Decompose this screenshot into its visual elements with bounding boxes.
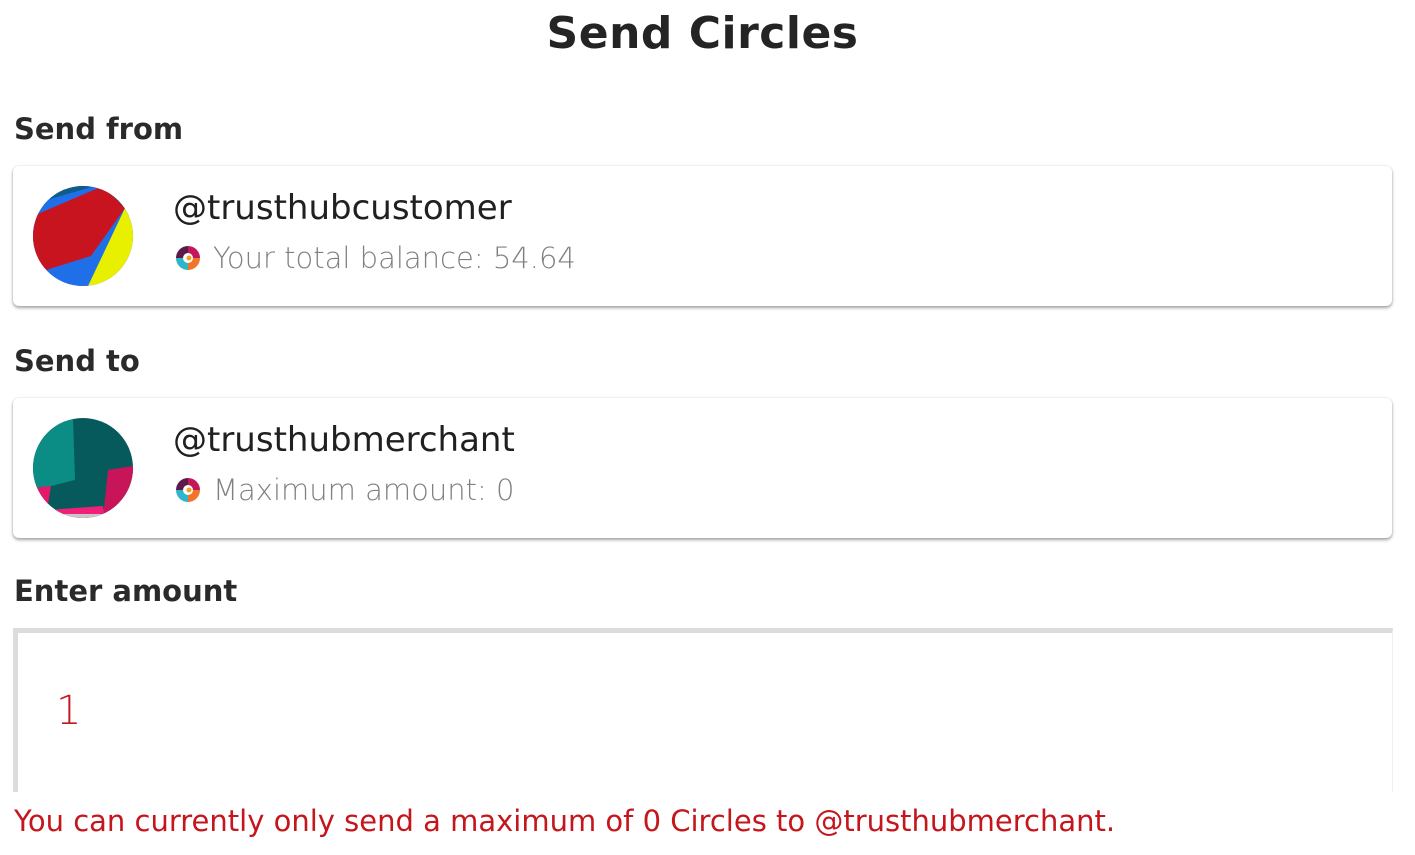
send-to-card[interactable]: @trusthubmerchant Maximum amount: 0 — [13, 398, 1392, 538]
recipient-max-text: Maximum amount: 0 — [213, 473, 515, 507]
send-from-label: Send from — [14, 112, 184, 146]
sender-balance-text: Your total balance: 54.64 — [213, 241, 576, 275]
circles-logo-icon — [175, 245, 201, 271]
send-circles-page: Send Circles Send from @trusthubcustomer — [0, 0, 1415, 855]
amount-error-message: You can currently only send a maximum of… — [14, 804, 1116, 838]
send-to-label: Send to — [14, 344, 140, 378]
recipient-avatar — [33, 418, 133, 518]
enter-amount-label: Enter amount — [14, 574, 238, 608]
sender-avatar — [33, 186, 133, 286]
amount-input[interactable] — [56, 681, 1356, 741]
sender-balance-row: Your total balance: 54.64 — [175, 240, 576, 276]
sender-username: @trusthubcustomer — [173, 188, 512, 228]
page-title: Send Circles — [546, 8, 859, 59]
amount-field[interactable] — [13, 628, 1393, 792]
recipient-max-row: Maximum amount: 0 — [175, 472, 514, 508]
recipient-username: @trusthubmerchant — [173, 420, 515, 460]
circles-logo-icon — [175, 477, 201, 503]
send-from-card[interactable]: @trusthubcustomer Your total balance: 54… — [13, 166, 1392, 306]
